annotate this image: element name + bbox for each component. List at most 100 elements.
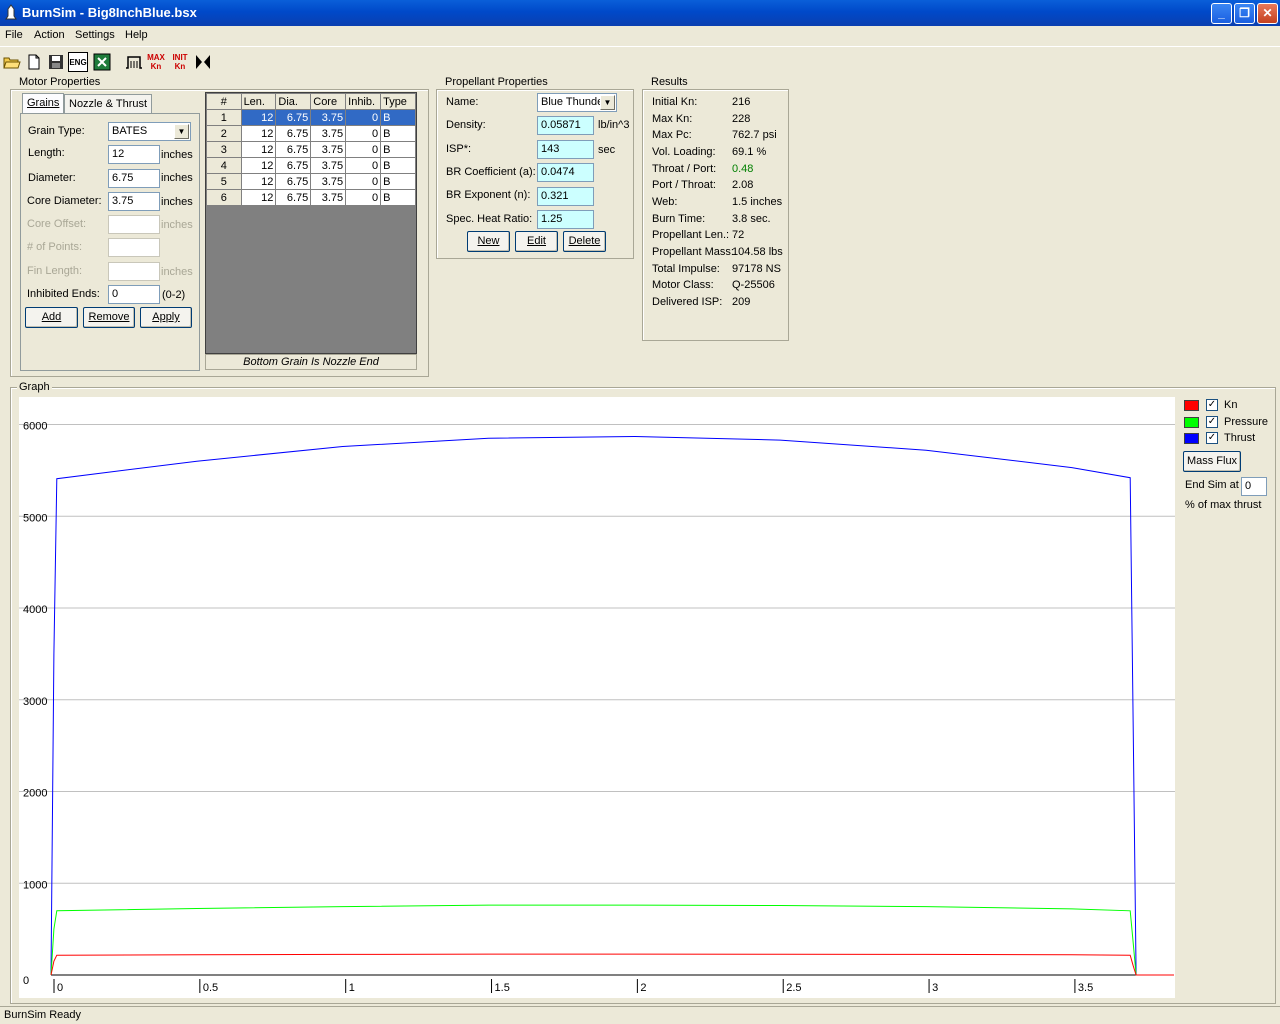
- cell-core[interactable]: 3.75: [310, 157, 347, 174]
- graph-label: Graph: [17, 381, 52, 393]
- end-sim-field[interactable]: 0: [1241, 477, 1267, 496]
- menu-settings[interactable]: Settings: [75, 29, 115, 41]
- excel-icon[interactable]: [92, 52, 112, 72]
- close-button[interactable]: ✕: [1257, 3, 1278, 24]
- cell-len[interactable]: 12: [240, 109, 277, 126]
- new-propellant-button[interactable]: New: [467, 231, 510, 252]
- inhibited-ends-field[interactable]: 0: [108, 285, 160, 304]
- throat-port-label: Throat / Port:: [652, 163, 717, 175]
- mass-flux-button[interactable]: Mass Flux: [1183, 451, 1241, 472]
- row-number: 3: [206, 141, 242, 158]
- tab-grains[interactable]: Grains: [22, 93, 65, 115]
- nozzle-icon[interactable]: [193, 52, 213, 72]
- thrust-graph-icon[interactable]: [124, 52, 144, 72]
- cell-type[interactable]: B: [380, 173, 416, 190]
- grain-type-select[interactable]: BATES ▼: [108, 122, 191, 141]
- cell-core[interactable]: 3.75: [310, 173, 347, 190]
- x-tick-label: 0: [57, 982, 63, 994]
- core-diameter-field[interactable]: 3.75: [108, 192, 160, 211]
- cell-inhib[interactable]: 0: [345, 157, 382, 174]
- thrust-checkbox[interactable]: ✓: [1206, 432, 1218, 444]
- length-unit: inches: [161, 149, 193, 161]
- br-exponent-field[interactable]: 0.321: [537, 187, 594, 206]
- spec-heat-ratio-field[interactable]: 1.25: [537, 210, 594, 229]
- table-row[interactable]: 1 12 6.75 3.75 0 B: [206, 109, 416, 126]
- cell-dia[interactable]: 6.75: [275, 173, 312, 190]
- kn-swatch: [1184, 400, 1199, 411]
- cell-type[interactable]: B: [380, 125, 416, 142]
- cell-dia[interactable]: 6.75: [275, 125, 312, 142]
- table-row[interactable]: 2 12 6.75 3.75 0 B: [206, 125, 416, 142]
- cell-type[interactable]: B: [380, 189, 416, 206]
- cell-inhib[interactable]: 0: [345, 125, 382, 142]
- cell-inhib[interactable]: 0: [345, 189, 382, 206]
- chevron-down-icon[interactable]: ▼: [600, 95, 615, 110]
- table-row[interactable]: 6 12 6.75 3.75 0 B: [206, 189, 416, 206]
- restore-button[interactable]: ❐: [1234, 3, 1255, 24]
- delete-propellant-button[interactable]: Delete: [563, 231, 606, 252]
- minimize-button[interactable]: _: [1211, 3, 1232, 24]
- cell-dia[interactable]: 6.75: [275, 157, 312, 174]
- cell-inhib[interactable]: 0: [345, 141, 382, 158]
- isp-field[interactable]: 143: [537, 140, 594, 159]
- cell-len[interactable]: 12: [240, 141, 277, 158]
- y-tick-label: 6000: [23, 421, 47, 433]
- cell-core[interactable]: 3.75: [310, 189, 347, 206]
- length-field[interactable]: 12: [108, 145, 160, 164]
- cell-len[interactable]: 12: [240, 189, 277, 206]
- col-header-dia: Dia.: [275, 93, 312, 110]
- cell-len[interactable]: 12: [240, 157, 277, 174]
- cell-type[interactable]: B: [380, 109, 416, 126]
- max-kn-button[interactable]: MAX Kn: [146, 52, 166, 72]
- table-row[interactable]: 5 12 6.75 3.75 0 B: [206, 173, 416, 190]
- eng-export-button[interactable]: ENG: [68, 52, 88, 72]
- port-throat-label: Port / Throat:: [652, 179, 716, 191]
- table-row[interactable]: 3 12 6.75 3.75 0 B: [206, 141, 416, 158]
- grains-grid[interactable]: # Len. Dia. Core Inhib. Type 1 12 6.75 3…: [205, 92, 417, 354]
- table-row[interactable]: 4 12 6.75 3.75 0 B: [206, 157, 416, 174]
- row-number: 2: [206, 125, 242, 142]
- diameter-field[interactable]: 6.75: [108, 169, 160, 188]
- cell-core[interactable]: 3.75: [310, 109, 347, 126]
- graph-plot-area[interactable]: 0 1000 2000 3000 4000 5000 6000 0 0.5 1 1.5 2 2.5 3 3.…: [19, 397, 1175, 998]
- open-icon[interactable]: [2, 52, 22, 72]
- density-field[interactable]: 0.05871: [537, 116, 594, 135]
- cell-len[interactable]: 12: [240, 125, 277, 142]
- new-propellant-label: New: [477, 235, 500, 247]
- cell-inhib[interactable]: 0: [345, 173, 382, 190]
- cell-len[interactable]: 12: [240, 173, 277, 190]
- window-title: BurnSim - Big8InchBlue.bsx: [22, 5, 197, 20]
- end-sim-unit: % of max thrust: [1185, 499, 1262, 511]
- menu-help[interactable]: Help: [125, 29, 148, 41]
- menu-action[interactable]: Action: [34, 29, 65, 41]
- br-coefficient-field[interactable]: 0.0474: [537, 163, 594, 182]
- length-label: Length:: [28, 147, 65, 159]
- init-kn-button[interactable]: INIT Kn: [170, 52, 190, 72]
- propellant-name-select[interactable]: Blue Thunde ▼: [537, 93, 617, 112]
- cell-dia[interactable]: 6.75: [275, 189, 312, 206]
- cell-core[interactable]: 3.75: [310, 141, 347, 158]
- new-file-icon[interactable]: [24, 52, 44, 72]
- thrust-swatch: [1184, 433, 1199, 444]
- cell-dia[interactable]: 6.75: [275, 109, 312, 126]
- add-grain-button[interactable]: Add: [25, 307, 78, 328]
- apply-grain-button[interactable]: Apply: [140, 307, 192, 328]
- port-throat-value: 2.08: [732, 179, 754, 191]
- edit-propellant-button[interactable]: Edit: [515, 231, 558, 252]
- y-tick-label: 5000: [23, 512, 47, 524]
- total-impulse-value: 97178 NS: [732, 263, 781, 275]
- cell-dia[interactable]: 6.75: [275, 141, 312, 158]
- kn-checkbox[interactable]: ✓: [1206, 399, 1218, 411]
- cell-core[interactable]: 3.75: [310, 125, 347, 142]
- save-icon[interactable]: [46, 52, 66, 72]
- menu-file[interactable]: File: [5, 29, 23, 41]
- cell-inhib[interactable]: 0: [345, 109, 382, 126]
- pressure-checkbox[interactable]: ✓: [1206, 416, 1218, 428]
- chevron-down-icon[interactable]: ▼: [174, 124, 189, 139]
- remove-grain-button[interactable]: Remove: [83, 307, 135, 328]
- propellant-name-label: Name:: [446, 96, 479, 108]
- burn-time-label: Burn Time:: [652, 213, 706, 225]
- tab-nozzle-thrust[interactable]: Nozzle & Thrust: [64, 94, 153, 114]
- cell-type[interactable]: B: [380, 141, 416, 158]
- cell-type[interactable]: B: [380, 157, 416, 174]
